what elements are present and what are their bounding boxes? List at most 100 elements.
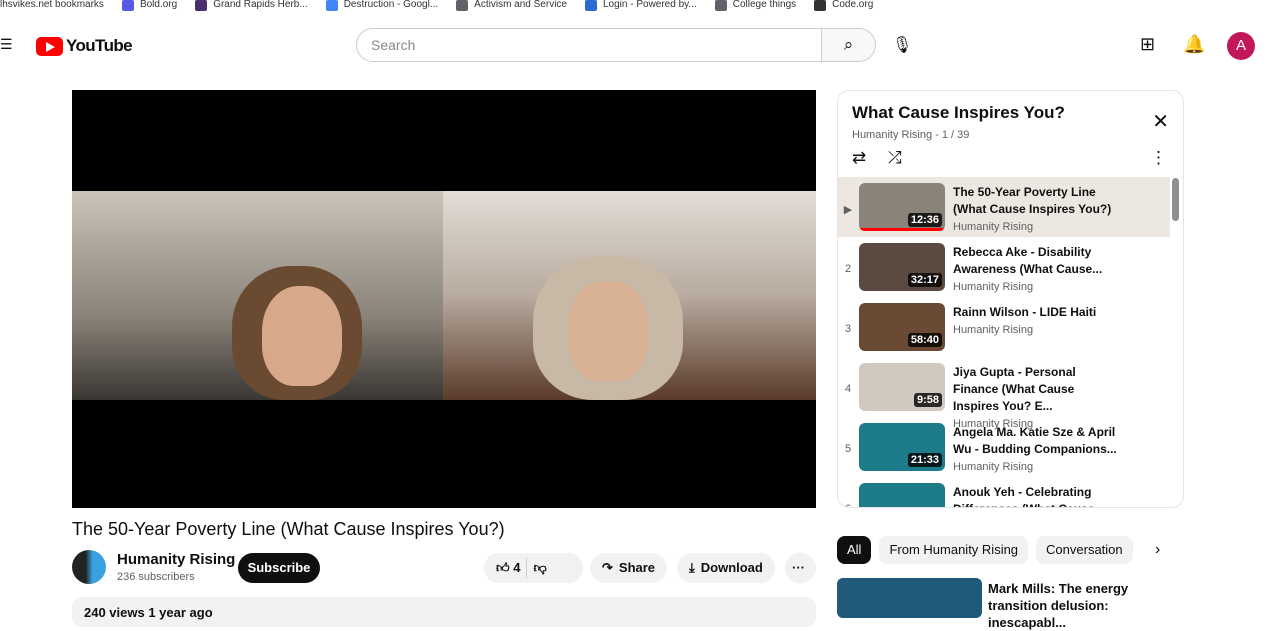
bell-icon[interactable]: 🔔 <box>1183 34 1205 55</box>
video-thumbnail[interactable]: 58:40 <box>859 303 945 351</box>
bookmark[interactable]: lhsvikes.net bookmarks <box>0 0 104 11</box>
playlist-index: ▶ <box>843 204 853 216</box>
download-icon: ⤓ <box>689 560 695 575</box>
loop-icon[interactable]: ⇄ <box>852 148 866 168</box>
playlist-item-title[interactable]: The 50-Year Poverty Line (What Cause Ins… <box>953 184 1123 218</box>
bookmark[interactable]: College things <box>714 0 797 11</box>
playlist-item[interactable]: 2 32:17 Rebecca Ake - Disability Awarene… <box>838 237 1170 297</box>
playlist-item-title[interactable]: Angela Ma. Katie Sze & April Wu - Buddin… <box>953 424 1123 458</box>
like-button[interactable]: 👍︎ 4 <box>496 553 520 583</box>
recommended-title[interactable]: Mark Mills: The energy transition delusi… <box>988 580 1168 631</box>
shuffle-icon[interactable]: ⤮ <box>888 148 902 168</box>
dislike-button[interactable]: 👎︎ <box>533 553 546 583</box>
video-thumbnail[interactable]: 9:58 <box>859 363 945 411</box>
playlist-index: 6 <box>838 477 858 507</box>
channel-name[interactable]: Humanity Rising <box>117 551 235 568</box>
playlist-item-channel: Humanity Rising <box>953 461 1034 473</box>
channel-avatar[interactable] <box>72 550 106 584</box>
code-icon <box>814 0 827 11</box>
playlist-index: 5 <box>844 443 852 455</box>
create-video-icon[interactable]: ⊞ <box>1140 34 1155 55</box>
playlist-items: ▶ 12:36 The 50-Year Poverty Line (What C… <box>838 177 1170 507</box>
search-input[interactable]: Search <box>356 28 822 62</box>
folder-icon <box>456 0 469 11</box>
playlist-item[interactable]: 5 21:33 Angela Ma. Katie Sze & April Wu … <box>838 417 1170 477</box>
share-icon: ↷ <box>602 560 613 575</box>
filter-chip[interactable]: All <box>837 536 872 564</box>
video-player[interactable] <box>72 90 816 508</box>
playlist-index: 4 <box>844 383 852 395</box>
playlist-item-channel: Humanity Rising <box>953 221 1034 233</box>
moon-icon <box>195 0 208 11</box>
recommended-thumbnail[interactable] <box>837 578 982 618</box>
playlist-item-title[interactable]: Jiya Gupta - Personal Finance (What Caus… <box>953 364 1123 415</box>
subscribe-button[interactable]: Subscribe <box>238 553 320 583</box>
bold-icon <box>121 0 134 11</box>
playlist-item[interactable]: 6 Anouk Yeh - Celebrating Differences (W… <box>838 477 1170 507</box>
duration-badge: 12:36 <box>907 213 942 227</box>
logo-text: YouTube <box>66 36 133 55</box>
duration-badge: 32:17 <box>907 273 942 287</box>
duration-badge: 58:40 <box>907 333 942 347</box>
youtube-logo[interactable]: YouTube <box>36 36 133 56</box>
more-actions-button[interactable]: ··· <box>785 553 816 583</box>
share-label: Share <box>618 560 656 575</box>
more-vert-icon[interactable]: ⋮ <box>1150 148 1167 168</box>
video-thumbnail[interactable]: 21:33 <box>859 423 945 471</box>
video-title: The 50-Year Poverty Line (What Cause Ins… <box>72 519 505 539</box>
bookmarks-bar: lhsvikes.net bookmarks Bold.org Grand Rapi… <box>0 0 1280 11</box>
duration-badge: 9:58 <box>913 393 942 407</box>
filter-chip[interactable]: Conversation <box>1036 536 1133 564</box>
bookmark-label: College things <box>732 0 797 10</box>
duration-badge: 21:33 <box>907 453 942 467</box>
playlist-item-title[interactable]: Anouk Yeh - Celebrating Differences (Wha… <box>953 484 1123 507</box>
youtube-play-icon <box>36 36 63 56</box>
playlist-panel: What Cause Inspires You? Humanity Rising… <box>837 90 1184 508</box>
share-button[interactable]: ↷ Share <box>590 553 668 583</box>
masthead: ☰ YouTube Search ⌕ 🎙 ⊞ 🔔 A <box>0 20 1280 70</box>
playlist-title[interactable]: What Cause Inspires You? <box>852 103 1065 123</box>
video-thumbnail[interactable]: 32:17 <box>859 243 945 291</box>
video-frame <box>72 191 816 400</box>
filter-chip[interactable]: From Humanity Rising <box>879 536 1029 564</box>
close-icon[interactable]: ✕ <box>1152 109 1169 134</box>
bookmark[interactable]: Destruction - Googl... <box>325 0 439 11</box>
bookmark-label: Grand Rapids Herb... <box>213 0 308 10</box>
playlist-subtitle: Humanity Rising - 1 / 39 <box>852 129 970 141</box>
playlist-item[interactable]: 4 9:58 Jiya Gupta - Personal Finance (Wh… <box>838 357 1170 430</box>
bookmark-label: Bold.org <box>139 0 178 10</box>
bookmark[interactable]: Grand Rapids Herb... <box>195 0 308 11</box>
avatar[interactable]: A <box>1227 32 1255 60</box>
search-icon: ⌕ <box>843 35 854 54</box>
description-box[interactable]: 240 views 1 year ago <box>72 597 816 627</box>
playlist-item-channel: Humanity Rising <box>953 324 1034 336</box>
bookmark[interactable]: Login - Powered by... <box>584 0 697 11</box>
bookmark[interactable]: Activism and Service <box>456 0 567 11</box>
playlist-index: 3 <box>844 323 852 335</box>
playlist-item-title[interactable]: Rainn Wilson - LIDE Haiti <box>953 304 1123 321</box>
search-button[interactable]: ⌕ <box>821 28 876 62</box>
bookmark-label: lhsvikes.net bookmarks <box>0 0 104 10</box>
subscriber-count: 236 subscribers <box>117 571 195 583</box>
download-label: Download <box>700 560 763 575</box>
bookmark-label: Destruction - Googl... <box>343 0 439 10</box>
chevron-right-icon[interactable]: › <box>1155 541 1160 559</box>
folder-icon <box>714 0 727 11</box>
playlist-item-channel: Humanity Rising <box>953 281 1034 293</box>
bookmark[interactable]: Code.org <box>814 0 873 11</box>
playlist-item[interactable]: 3 58:40 Rainn Wilson - LIDE Haiti Humanit… <box>838 297 1170 357</box>
like-count: 4 <box>513 560 521 575</box>
like-dislike-group: 👍︎ 4 👎︎ <box>484 553 583 583</box>
thumbs-up-icon: 👍︎ <box>496 560 510 575</box>
download-button[interactable]: ⤓ Download <box>677 553 775 583</box>
video-thumbnail[interactable] <box>859 483 945 507</box>
menu-icon[interactable]: ☰ <box>0 37 13 51</box>
bookmark[interactable]: Bold.org <box>121 0 178 11</box>
bookmark-label: Code.org <box>832 0 874 10</box>
docs-icon <box>325 0 338 11</box>
video-thumbnail[interactable]: 12:36 <box>859 183 945 231</box>
microphone-icon[interactable]: 🎙 <box>892 35 912 55</box>
playlist-scrollbar[interactable] <box>1172 178 1179 221</box>
playlist-item-title[interactable]: Rebecca Ake - Disability Awareness (What… <box>953 244 1123 278</box>
playlist-item[interactable]: ▶ 12:36 The 50-Year Poverty Line (What C… <box>838 177 1170 237</box>
